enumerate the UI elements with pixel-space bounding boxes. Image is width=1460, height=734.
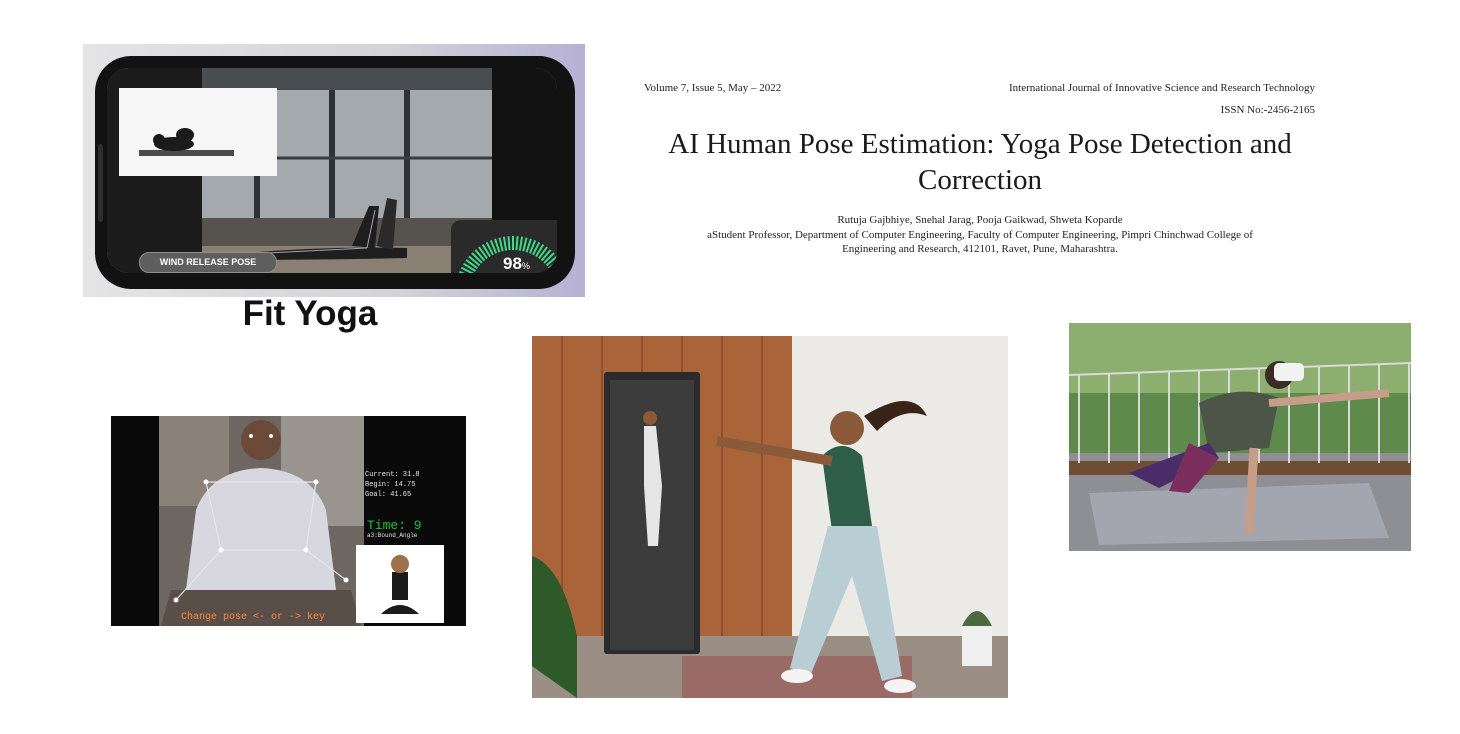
paper-title-line2: Correction [917,164,1042,196]
yoga-mat [1089,483,1389,545]
paper-affiliation-line1: aStudent Professor, Department of Comput… [707,229,1253,241]
paper-volume: Volume 7, Issue 5, May – 2022 [644,82,782,94]
phone-frame: WIND RELEASE POSE 98% [95,56,575,289]
accuracy-score: 98% [503,254,530,273]
paper-authors: Rutuja Gajbhiye, Snehal Jarag, Pooja Gai… [837,214,1123,226]
paper-title: AI Human Pose Estimation: Yoga Pose Dete… [640,126,1320,198]
vr-yoga-photo [1069,323,1411,551]
accuracy-score-unit: % [521,261,530,271]
pose-detection-frame [111,416,466,626]
stat-current: Current: 31.8 [365,471,420,479]
stat-begin: Begin: 14.75 [365,481,416,489]
paper-issn: ISSN No:-2456-2165 [1220,104,1315,116]
phone-side-button [98,144,103,222]
gauge-tick [518,236,524,251]
paper-title-line1: AI Human Pose Estimation: Yoga Pose Dete… [668,128,1292,160]
pose-timer: Time: 9 [367,518,422,533]
change-pose-hint: Change pose <- or -> key [181,612,326,623]
pose-detection-screenshot: Current: 31.8 Begin: 14.75 Goal: 41.65 T… [111,400,466,626]
phone-screen: WIND RELEASE POSE 98% [107,68,557,273]
paper-header: Volume 7, Issue 5, May – 2022 Internatio… [640,76,1320,266]
fit-yoga-caption: Fit Yoga [242,294,378,333]
pose-angle-stats: Current: 31.8 Begin: 14.75 Goal: 41.65 [365,470,420,500]
stat-goal: Goal: 41.65 [365,491,412,499]
gauge-tick [507,236,511,251]
pose-name-label: WIND RELEASE POSE [139,252,277,273]
accuracy-score-value: 98 [503,254,522,273]
vr-yoga-scene [1069,323,1411,551]
gauge-tick [498,237,504,252]
vr-headset [1274,363,1304,381]
gauge-tick [522,237,528,252]
paper-affiliation-line2: Engineering and Research, 412101, Ravet,… [842,243,1118,255]
gauge-tick [502,236,508,251]
fit-yoga-screenshot: WIND RELEASE POSE 98% [83,44,585,297]
reference-pose-thumbnail [119,88,277,176]
paper-journal: International Journal of Innovative Scie… [1008,82,1315,94]
vr-user [1199,391,1279,453]
gauge-tick [515,236,519,251]
smart-mirror-scene [532,336,1008,698]
smart-mirror-photo [532,336,1008,698]
pose-annotation: a3:Bound_Angle [367,532,418,539]
accuracy-gauge: 98% [451,220,557,273]
paper-affiliation: aStudent Professor, Department of Comput… [640,228,1320,256]
